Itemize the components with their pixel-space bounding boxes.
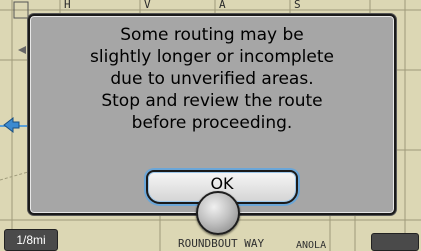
message-line: slightly longer or incomplete <box>90 47 334 67</box>
street-label: S <box>294 0 302 11</box>
message-line: Some routing may be <box>120 25 304 45</box>
street-label: H <box>64 0 72 11</box>
nav-screen: H V A S 1/8mi ROUNDBOUT WAY ANOLA Some r… <box>0 0 421 251</box>
left-arrow-icon <box>3 116 20 134</box>
road-name-label: ROUNDBOUT WAY <box>178 237 265 250</box>
message-line: before proceeding. <box>131 113 293 133</box>
message-line: due to unverified areas. <box>110 69 314 89</box>
dialog-message: Some routing may be slightly longer or i… <box>30 24 394 134</box>
map-scale-button[interactable]: 1/8mi <box>4 229 58 251</box>
street-label: V <box>144 0 152 11</box>
road-name-label: ANOLA <box>296 240 327 251</box>
selector-knob-icon[interactable] <box>196 191 240 235</box>
routing-warning-dialog: Some routing may be slightly longer or i… <box>28 14 396 215</box>
map-menu-button[interactable] <box>371 233 419 251</box>
message-line: Stop and review the route <box>101 91 323 111</box>
street-label: A <box>219 0 227 11</box>
